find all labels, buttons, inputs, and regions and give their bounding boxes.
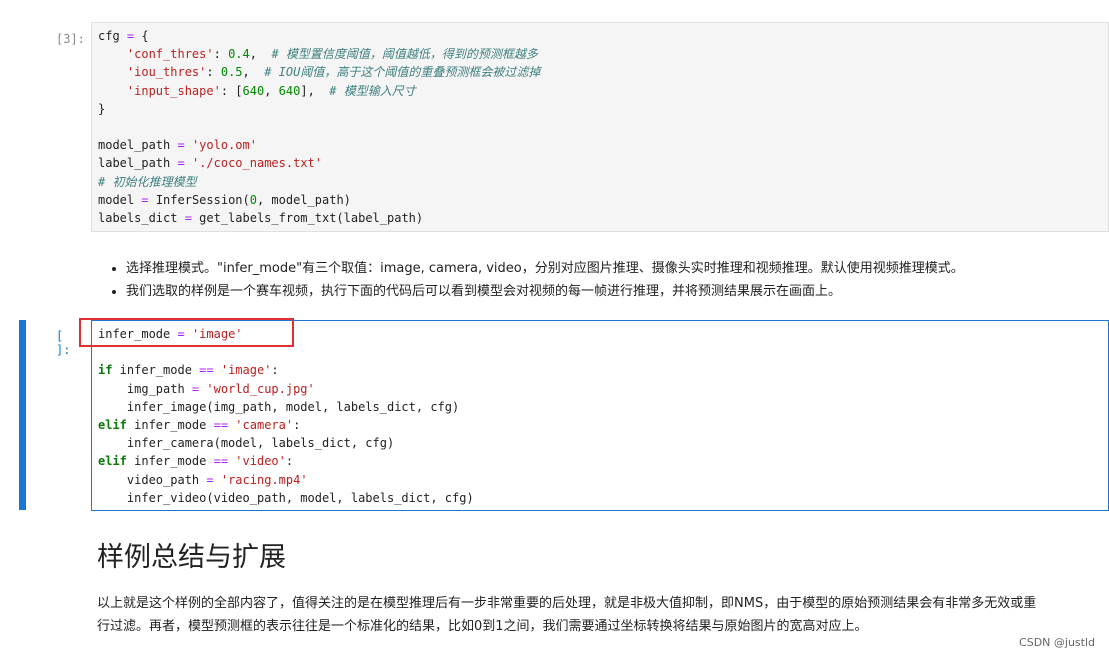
active-cell-indicator (19, 320, 26, 510)
code-line: label_path = './coco_names.txt' (98, 156, 322, 171)
code-line: model = InferSession(0, model_path) (98, 192, 351, 207)
markdown-cell: 选择推理模式。"infer_mode"有三个取值：image, camera, … (108, 257, 964, 303)
bullet-item: 选择推理模式。"infer_mode"有三个取值：image, camera, … (126, 257, 964, 280)
paragraph-line: 行过滤。再者，模型预测框的表示往往是一个标准化的结果，比如0到1之间，我们需要通… (97, 619, 868, 634)
cell-prompt: [3]: (56, 32, 85, 46)
code-editor[interactable]: infer_mode = 'image' if infer_mode == 'i… (91, 320, 1109, 511)
section-heading: 样例总结与扩展 (97, 542, 286, 573)
paragraph: 以上就是这个样例的全部内容了，值得关注的是在模型推理后有一步非常重要的后处理，就… (97, 592, 1109, 638)
cell-prompt: [ ]: (56, 329, 71, 357)
code-line: infer_image(img_path, model, labels_dict… (98, 399, 460, 414)
code-line: } (98, 101, 106, 116)
code-line: infer_video(video_path, model, labels_di… (98, 490, 474, 505)
code-line: # 初始化推理模型 (98, 174, 197, 189)
code-line: cfg = { (98, 29, 149, 43)
code-line: video_path = 'racing.mp4' (98, 472, 308, 487)
code-line: if infer_mode == 'image': (98, 363, 279, 378)
paragraph-line: 以上就是这个样例的全部内容了，值得关注的是在模型推理后有一步非常重要的后处理，就… (97, 596, 1037, 611)
code-line: elif infer_mode == 'camera': (98, 418, 301, 433)
code-line: model_path = 'yolo.om' (98, 138, 257, 153)
code-line: infer_camera(model, labels_dict, cfg) (98, 436, 395, 451)
code-line: 'iou_thres': 0.5, # IOU阈值，高于这个阈值的重叠预测框会被… (126, 65, 541, 80)
code-line: img_path = 'world_cup.jpg' (98, 381, 315, 396)
code-line: 'conf_thres': 0.4, # 模型置信度阈值，阈值越低，得到的预测框… (126, 47, 538, 62)
highlight-annotation-box (79, 318, 294, 347)
code-editor[interactable]: cfg = { 'conf_thres': 0.4, # 模型置信度阈值，阈值越… (91, 22, 1109, 232)
code-line: elif infer_mode == 'video': (98, 454, 294, 469)
watermark: CSDN @justld (1019, 636, 1095, 649)
bullet-item: 我们选取的样例是一个赛车视频，执行下面的代码后可以看到模型会对视频的每一帧进行推… (126, 280, 964, 303)
code-line: labels_dict = get_labels_from_txt(label_… (98, 211, 424, 226)
code-line: 'input_shape': [640, 640], # 模型输入尺寸 (126, 83, 416, 98)
